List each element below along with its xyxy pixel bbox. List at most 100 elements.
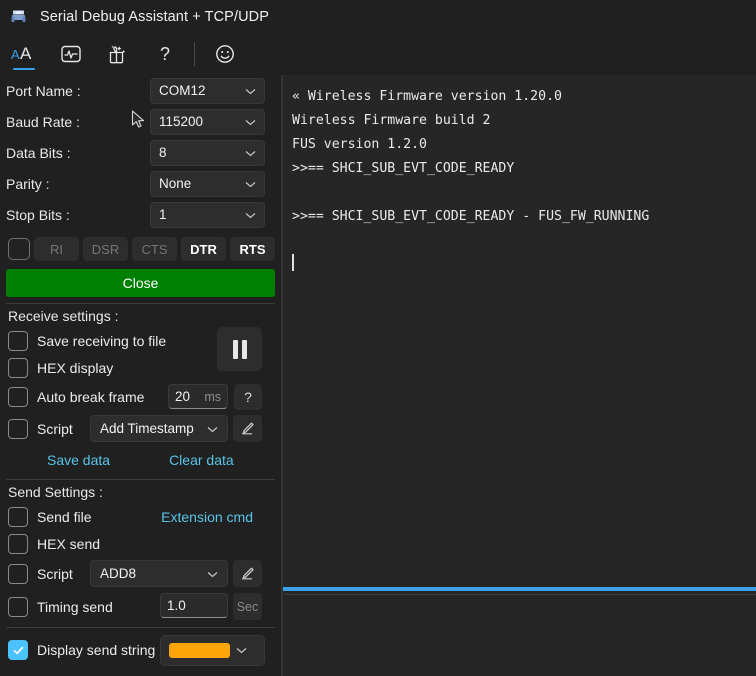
receive-script-select[interactable]: Add Timestamp [90, 415, 228, 442]
signal-button-rts[interactable]: RTS [230, 237, 275, 261]
magic-gift-icon[interactable] [94, 33, 141, 75]
timing-send-interval-input[interactable]: 1.0 [160, 593, 228, 618]
port-name-value: COM12 [159, 83, 206, 98]
display-send-string-row: Display send string [6, 632, 275, 668]
send-script-row: Script ADD8 [6, 557, 275, 590]
signal-button-dtr[interactable]: DTR [181, 237, 226, 261]
data-bits-select[interactable]: 8 [150, 139, 265, 166]
timing-send-label: Timing send [37, 598, 113, 615]
chevron-down-icon [207, 421, 218, 436]
text-caret [292, 254, 294, 271]
send-script-value: ADD8 [100, 566, 137, 581]
signal-master-checkbox[interactable] [8, 238, 30, 260]
terminal-output[interactable]: « Wireless Firmware version 1.20.0 Wirele… [283, 75, 756, 587]
receive-script-edit-pen-icon[interactable] [233, 415, 262, 442]
signal-button-dsr[interactable]: DSR [83, 237, 128, 261]
help-icon[interactable]: ? [141, 33, 188, 75]
toolbar: A A ? [0, 33, 756, 75]
timing-send-unit-button[interactable]: Sec [233, 593, 262, 620]
terminal-line: >>== SHCI_SUB_EVT_CODE_READY [292, 161, 515, 176]
receive-hex-display-row: HEX display [6, 354, 275, 381]
svg-text:A: A [20, 44, 32, 63]
send-script-select[interactable]: ADD8 [90, 560, 228, 587]
section-divider [6, 303, 275, 304]
hex-send-checkbox[interactable] [8, 533, 28, 554]
terminal-line: FUS version 1.2.0 [292, 137, 427, 152]
auto-break-frame-label: Auto break frame [37, 388, 145, 405]
clear-data-link[interactable]: Clear data [169, 452, 234, 468]
chevron-down-icon [245, 207, 256, 222]
chevron-down-icon [236, 641, 247, 659]
checkmark-icon [13, 646, 23, 654]
display-send-string-label: Display send string [37, 642, 156, 658]
auto-break-interval-unit: ms [204, 389, 221, 404]
auto-break-interval-value: 20 [175, 389, 191, 404]
timing-send-checkbox[interactable] [8, 596, 28, 617]
receive-save-to-file-row: Save receiving to file [6, 327, 275, 371]
receive-script-label: Script [37, 420, 73, 437]
parity-select[interactable]: None [150, 170, 265, 197]
parity-label: Parity : [6, 175, 50, 192]
auto-break-interval-input[interactable]: 20 ms [168, 384, 228, 409]
stop-bits-select[interactable]: 1 [150, 201, 265, 228]
signal-button-cts[interactable]: CTS [132, 237, 177, 261]
color-swatch [169, 642, 230, 658]
font-size-icon[interactable]: A A [0, 33, 47, 75]
stop-bits-label: Stop Bits : [6, 206, 70, 223]
receive-script-row: Script Add Timestamp [6, 412, 275, 445]
serial-port-icon [8, 7, 28, 27]
terminal-line: « Wireless Firmware version 1.20.0 [292, 89, 562, 104]
auto-break-frame-checkbox[interactable] [8, 386, 28, 407]
hex-display-checkbox[interactable] [8, 357, 28, 378]
receive-script-value: Add Timestamp [100, 421, 194, 436]
svg-text:A: A [11, 47, 20, 62]
smiley-icon[interactable] [201, 33, 248, 75]
send-script-label: Script [37, 565, 73, 582]
save-receiving-to-file-label: Save receiving to file [37, 332, 167, 349]
config-row-baud-rate: Baud Rate : 115200 [6, 106, 275, 137]
hex-display-label: HEX display [37, 359, 114, 376]
send-input-area[interactable] [283, 595, 756, 676]
signal-button-ri[interactable]: RI [34, 237, 79, 261]
send-file-label: Send file [37, 508, 92, 525]
baud-rate-select[interactable]: 115200 [150, 108, 265, 135]
send-file-checkbox[interactable] [8, 506, 28, 527]
app-window: Serial Debug Assistant + TCP/UDP A A ? P… [0, 0, 756, 676]
auto-break-help-button[interactable]: ? [234, 384, 262, 410]
data-bits-label: Data Bits : [6, 144, 71, 161]
send-string-color-select[interactable] [160, 634, 265, 666]
terminal-line: >>== SHCI_SUB_EVT_CODE_READY - FUS_FW_RU… [292, 209, 650, 224]
baud-rate-label: Baud Rate : [6, 113, 80, 130]
close-port-button[interactable]: Close [6, 269, 275, 297]
chevron-down-icon [245, 176, 256, 191]
save-receiving-to-file-checkbox[interactable] [8, 330, 28, 351]
active-tab-underline [12, 67, 35, 70]
chevron-down-icon [245, 83, 256, 98]
timing-send-interval-value: 1.0 [167, 598, 186, 613]
title-bar: Serial Debug Assistant + TCP/UDP [0, 0, 756, 33]
config-row-port-name: Port Name : COM12 [6, 75, 275, 106]
window-title: Serial Debug Assistant + TCP/UDP [40, 8, 269, 25]
terminal-caret-line [292, 253, 756, 277]
chevron-down-icon [245, 145, 256, 160]
save-data-link[interactable]: Save data [47, 452, 110, 468]
extension-cmd-link[interactable]: Extension cmd [161, 509, 253, 525]
send-script-edit-pen-icon[interactable] [233, 560, 262, 587]
port-name-select[interactable]: COM12 [150, 77, 265, 104]
receive-script-checkbox[interactable] [8, 418, 28, 439]
config-row-parity: Parity : None [6, 168, 275, 199]
waveform-icon[interactable] [47, 33, 94, 75]
send-file-row: Send file Extension cmd [6, 503, 275, 530]
svg-text:?: ? [160, 44, 170, 64]
data-bits-value: 8 [159, 145, 167, 160]
section-divider-2 [6, 479, 275, 480]
settings-panel: Port Name : COM12 Baud Rate : 115200 Dat… [0, 75, 281, 676]
chevron-down-icon [245, 114, 256, 129]
display-send-string-checkbox[interactable] [8, 640, 28, 660]
timing-send-row: Timing send 1.0 Sec [6, 590, 275, 623]
hex-send-label: HEX send [37, 535, 101, 552]
send-script-checkbox[interactable] [8, 563, 28, 584]
signal-row: RI DSR CTS DTR RTS [6, 235, 275, 263]
receive-settings-title: Receive settings : [8, 308, 119, 324]
